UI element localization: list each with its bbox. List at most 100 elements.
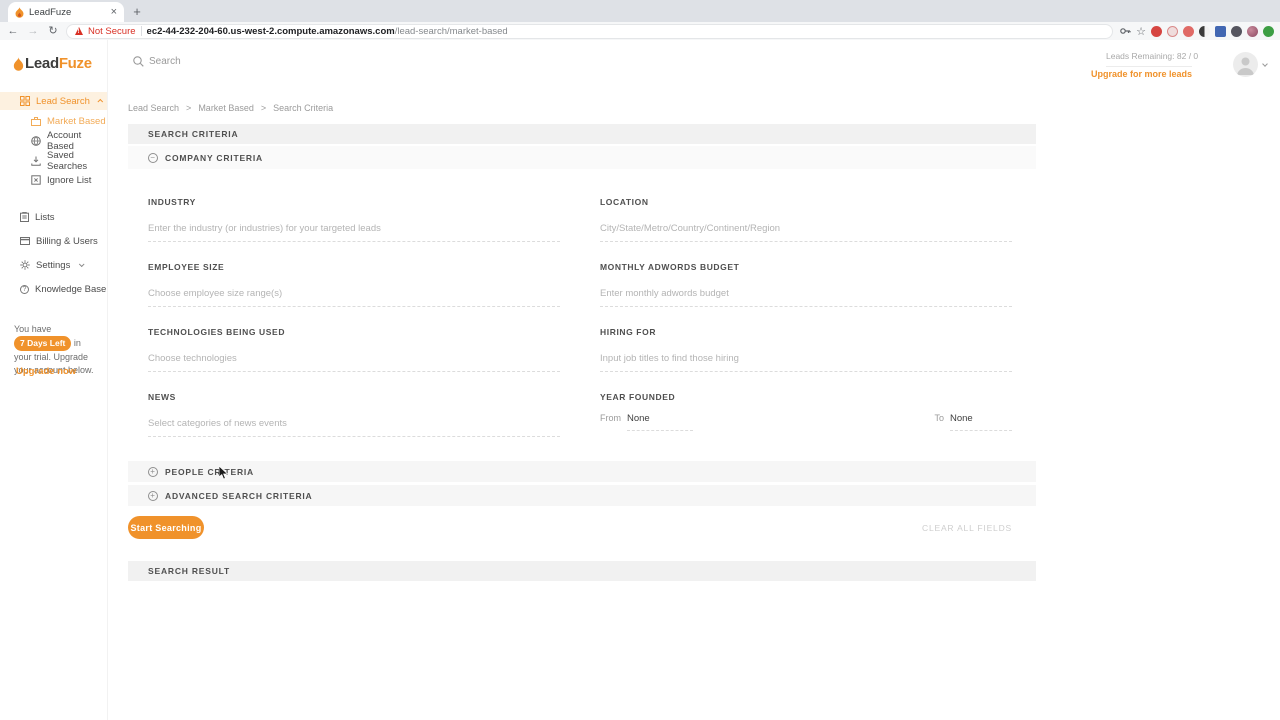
question-circle-icon: ? [20,285,29,294]
location-input[interactable] [600,223,1012,242]
breadcrumb-market-based[interactable]: Market Based [198,103,254,113]
global-search[interactable] [133,56,309,67]
adwords-budget-field: MONTHLY ADWORDS BUDGET [600,262,1012,307]
search-result-header: SEARCH RESULT [128,561,1036,581]
main-content: Lead Search > Market Based > Search Crit… [108,90,1280,720]
avatar-person-icon [1233,52,1258,77]
extension-red-asterisk-icon[interactable] [1183,26,1194,37]
start-searching-button[interactable]: Start Searching [128,516,204,539]
sidebar: LeadFuze Lead Search Market Based Ac [0,40,108,720]
password-key-icon[interactable] [1119,25,1131,37]
back-icon[interactable]: ← [6,26,20,37]
criteria-actions: Start Searching CLEAR ALL FIELDS [128,516,1036,539]
url-text: ec2-44-232-204-60.us-west-2.compute.amaz… [147,26,508,37]
breadcrumb-lead-search[interactable]: Lead Search [128,103,179,113]
sidebar-item-lists[interactable]: Lists [0,208,107,226]
extension-facebook-icon[interactable] [1215,26,1226,37]
globe-icon [31,136,41,146]
sidebar-item-label: Saved Searches [47,150,107,172]
address-bar[interactable]: Not Secure ec2-44-232-204-60.us-west-2.c… [66,24,1113,39]
credit-card-icon [20,237,30,245]
technologies-input[interactable] [148,353,560,372]
leadfuze-logo[interactable]: LeadFuze [13,55,92,72]
company-criteria-toggle[interactable]: − COMPANY CRITERIA [128,146,1036,169]
breadcrumb-separator: > [261,103,266,113]
advanced-criteria-label: ADVANCED SEARCH CRITERIA [165,491,313,501]
forward-icon[interactable]: → [26,26,40,37]
omnibox-divider [141,26,142,36]
adwords-budget-input[interactable] [600,288,1012,307]
people-criteria-toggle[interactable]: + PEOPLE CRITERIA [128,461,1036,482]
upgrade-for-leads-link[interactable]: Upgrade for more leads [1091,69,1192,79]
trial-prefix: You have [14,324,51,334]
not-secure-label[interactable]: Not Secure [88,26,136,37]
extension-green-icon[interactable] [1263,26,1274,37]
advanced-criteria-toggle[interactable]: + ADVANCED SEARCH CRITERIA [128,485,1036,506]
search-input[interactable] [149,56,309,67]
sidebar-item-label: Knowledge Base [35,284,106,295]
from-select[interactable]: None [627,413,693,431]
toolbar-right: ☆ [1119,25,1274,38]
sidebar-item-label: Ignore List [47,175,91,186]
extension-dark-icon[interactable] [1231,26,1242,37]
hiring-for-input[interactable] [600,353,1012,372]
sidebar-item-label: Settings [36,260,70,271]
sidebar-item-billing-users[interactable]: Billing & Users [0,232,107,250]
tab-title: LeadFuze [29,7,106,18]
expand-plus-icon: + [148,467,158,477]
reload-icon[interactable]: ↻ [46,26,60,37]
grid-icon [20,96,30,106]
employee-size-input[interactable] [148,288,560,307]
extension-red-icon[interactable] [1151,26,1162,37]
download-tray-icon [31,156,41,166]
extension-multicolor-icon[interactable] [1247,26,1258,37]
sidebar-item-lead-search[interactable]: Lead Search [0,92,107,110]
sidebar-item-saved-searches[interactable]: Saved Searches [0,152,107,170]
sidebar-item-account-based[interactable]: Account Based [0,132,107,150]
sidebar-item-label: Lists [35,212,55,223]
sidebar-item-knowledge-base[interactable]: ? Knowledge Base [0,280,107,298]
year-founded-from: From None [600,413,693,431]
search-criteria-header: SEARCH CRITERIA [128,124,1036,144]
to-select[interactable]: None [950,413,1012,431]
year-founded-to: To None [934,413,1012,431]
sidebar-item-label: Lead Search [36,96,90,107]
hiring-for-label: HIRING FOR [600,327,1012,337]
new-tab-button[interactable]: + [124,4,150,22]
browser-tab-leadfuze[interactable]: LeadFuze × [8,2,124,22]
trial-days-badge: 7 Days Left [14,336,71,351]
clipboard-icon [20,212,29,222]
clear-all-fields-button[interactable]: CLEAR ALL FIELDS [922,523,1012,533]
avatar-chevron-down-icon[interactable] [1262,61,1268,67]
technologies-label: TECHNOLOGIES BEING USED [148,327,560,337]
people-criteria-label: PEOPLE CRITERIA [165,467,254,477]
bookmark-star-icon[interactable]: ☆ [1136,25,1146,38]
browser-tabstrip: LeadFuze × + [0,0,1280,22]
extension-white-red-icon[interactable] [1167,26,1178,37]
url-path: /lead-search/market-based [395,26,508,37]
technologies-field: TECHNOLOGIES BEING USED [148,327,560,372]
gear-icon [20,260,30,270]
chevron-down-icon [79,261,85,267]
upgrade-now-link[interactable]: Upgrade now [16,366,76,377]
tab-close-icon[interactable]: × [111,7,117,18]
search-icon [133,56,144,67]
logo-flame-icon [13,57,24,72]
topbar: Leads Remaining: 82 / 0 Upgrade for more… [108,40,1280,90]
not-secure-warning-icon [75,27,83,35]
sidebar-item-ignore-list[interactable]: Ignore List [0,171,107,189]
sidebar-item-settings[interactable]: Settings [0,256,107,274]
breadcrumb: Lead Search > Market Based > Search Crit… [128,103,333,113]
app-window: LeadFuze Lead Search Market Based Ac [0,40,1280,720]
breadcrumb-separator: > [186,103,191,113]
news-input[interactable] [148,418,560,437]
to-label: To [934,413,944,423]
extension-black-white-icon[interactable] [1199,26,1210,37]
box-x-icon [31,175,41,185]
user-avatar[interactable] [1233,52,1258,77]
employee-size-label: EMPLOYEE SIZE [148,262,560,272]
sidebar-item-label: Billing & Users [36,236,98,247]
sidebar-item-label: Market Based [47,116,106,127]
sidebar-item-market-based[interactable]: Market Based [0,112,107,130]
industry-input[interactable] [148,223,560,242]
